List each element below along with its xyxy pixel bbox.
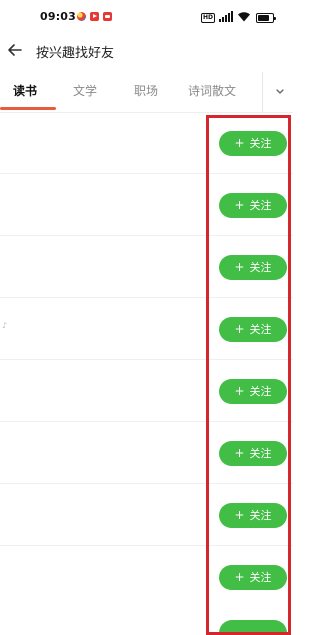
cellular-signal-icon <box>219 11 233 22</box>
follow-button[interactable]: + 关注 <box>219 379 287 404</box>
chevron-down-icon[interactable] <box>270 83 290 101</box>
video-app-icon <box>90 12 99 21</box>
list-item: + 关注 <box>0 112 293 174</box>
plus-icon: + <box>234 570 245 584</box>
list-item: ♪ + 关注 <box>0 298 293 360</box>
app-notification-icon <box>103 12 112 21</box>
follow-button[interactable]: + 关注 <box>219 255 287 280</box>
follow-label: 关注 <box>249 323 272 336</box>
list-item: + 关注 <box>0 174 293 236</box>
follow-label: 关注 <box>249 137 272 150</box>
battery-icon <box>256 13 276 23</box>
list-item: + 关注 <box>0 546 293 608</box>
follow-button[interactable]: + 关注 <box>219 193 287 218</box>
wifi-icon <box>238 12 250 22</box>
follow-label: 关注 <box>249 447 272 460</box>
plus-icon: + <box>234 508 245 522</box>
tab-career[interactable]: 职场 <box>134 82 158 99</box>
follow-button[interactable]: + 关注 <box>219 441 287 466</box>
follow-label: 关注 <box>249 385 272 398</box>
tab-literature[interactable]: 文学 <box>73 82 97 99</box>
follow-button[interactable]: + 关注 <box>219 565 287 590</box>
follow-label: 关注 <box>249 571 272 584</box>
follow-label: 关注 <box>249 509 272 522</box>
plus-icon: + <box>234 198 245 212</box>
category-tabs: 读书 文学 职场 诗词散文 <box>0 72 293 113</box>
plus-icon: + <box>234 136 245 150</box>
status-bar: 09:03 HD <box>0 0 293 34</box>
tab-poetry-prose[interactable]: 诗词散文 <box>188 82 236 99</box>
plus-icon: + <box>234 446 245 460</box>
app-notification-icon <box>77 12 86 21</box>
plus-icon: + <box>234 260 245 274</box>
list-item: + 关注 <box>0 484 293 546</box>
list-item: + 关注 <box>0 422 293 484</box>
status-time: 09:03 <box>40 10 77 23</box>
follow-label: 关注 <box>249 199 272 212</box>
tab-reading[interactable]: 读书 <box>13 82 37 99</box>
follow-button[interactable]: + 关注 <box>219 503 287 528</box>
follow-button-partial[interactable] <box>219 620 287 634</box>
tabs-divider <box>262 72 263 112</box>
partial-content-glyph: ♪ <box>2 321 8 330</box>
plus-icon: + <box>234 384 245 398</box>
back-arrow-icon[interactable] <box>4 39 26 61</box>
page-title: 按兴趣找好友 <box>36 46 115 61</box>
plus-icon: + <box>234 322 245 336</box>
app-header: 按兴趣找好友 <box>0 34 293 68</box>
hd-voice-icon: HD <box>201 13 215 23</box>
list-item: + 关注 <box>0 360 293 422</box>
follow-label: 关注 <box>249 261 272 274</box>
follow-button[interactable]: + 关注 <box>219 317 287 342</box>
active-tab-indicator <box>0 107 56 110</box>
follow-button[interactable]: + 关注 <box>219 131 287 156</box>
list-item: + 关注 <box>0 236 293 298</box>
